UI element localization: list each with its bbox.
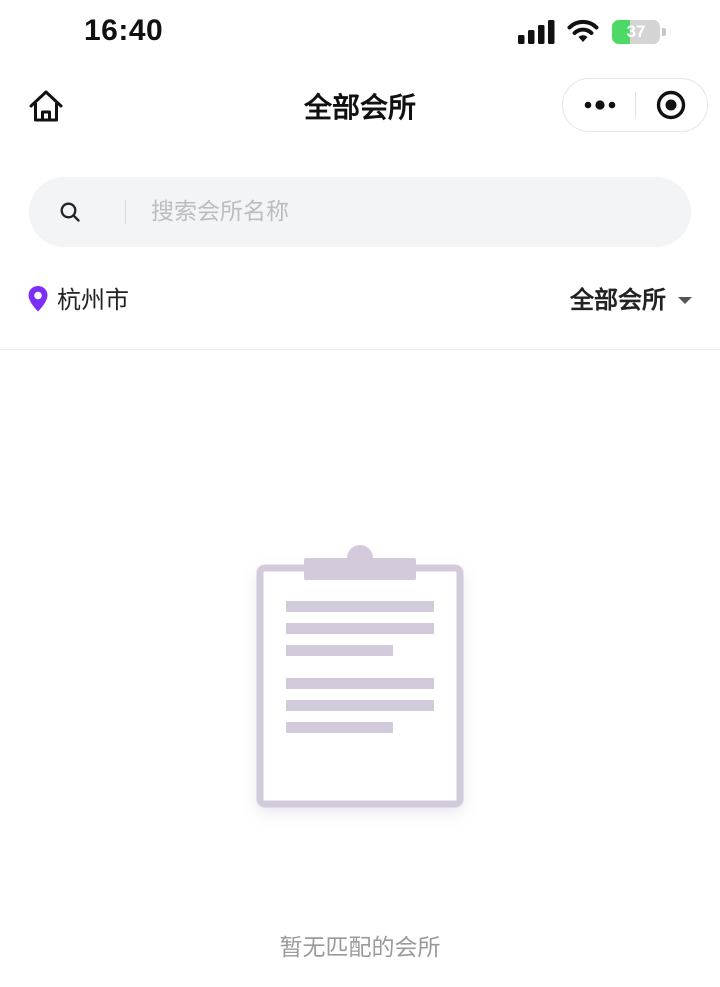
- status-bar: 16:40 37: [0, 0, 720, 64]
- battery-charging-icon: 37: [612, 20, 666, 44]
- caret-down-icon: [678, 297, 692, 304]
- search-box[interactable]: [29, 177, 691, 247]
- search-separator: [125, 200, 126, 224]
- battery-percent: 37: [626, 22, 646, 41]
- nav-bar: 全部会所: [0, 64, 720, 148]
- wifi-icon: [567, 19, 599, 42]
- close-target-icon: [656, 90, 686, 120]
- category-dropdown[interactable]: 全部会所: [570, 284, 692, 316]
- clipboard-icon: [256, 545, 464, 808]
- signal-icon: [518, 20, 555, 44]
- more-dots-icon: [584, 100, 616, 110]
- search-icon: [60, 202, 80, 222]
- more-button[interactable]: [563, 79, 635, 131]
- category-label: 全部会所: [570, 286, 666, 314]
- filter-divider: [0, 349, 720, 350]
- empty-state-message: 暂无匹配的会所: [279, 935, 441, 961]
- mini-program-capsule: [562, 78, 708, 132]
- search-input[interactable]: [151, 192, 651, 232]
- status-time: 16:40: [84, 14, 164, 47]
- city-label: 杭州市: [57, 286, 129, 314]
- close-button[interactable]: [636, 79, 708, 131]
- location-pin-icon: [28, 286, 48, 312]
- filter-row: 杭州市 全部会所: [0, 270, 720, 330]
